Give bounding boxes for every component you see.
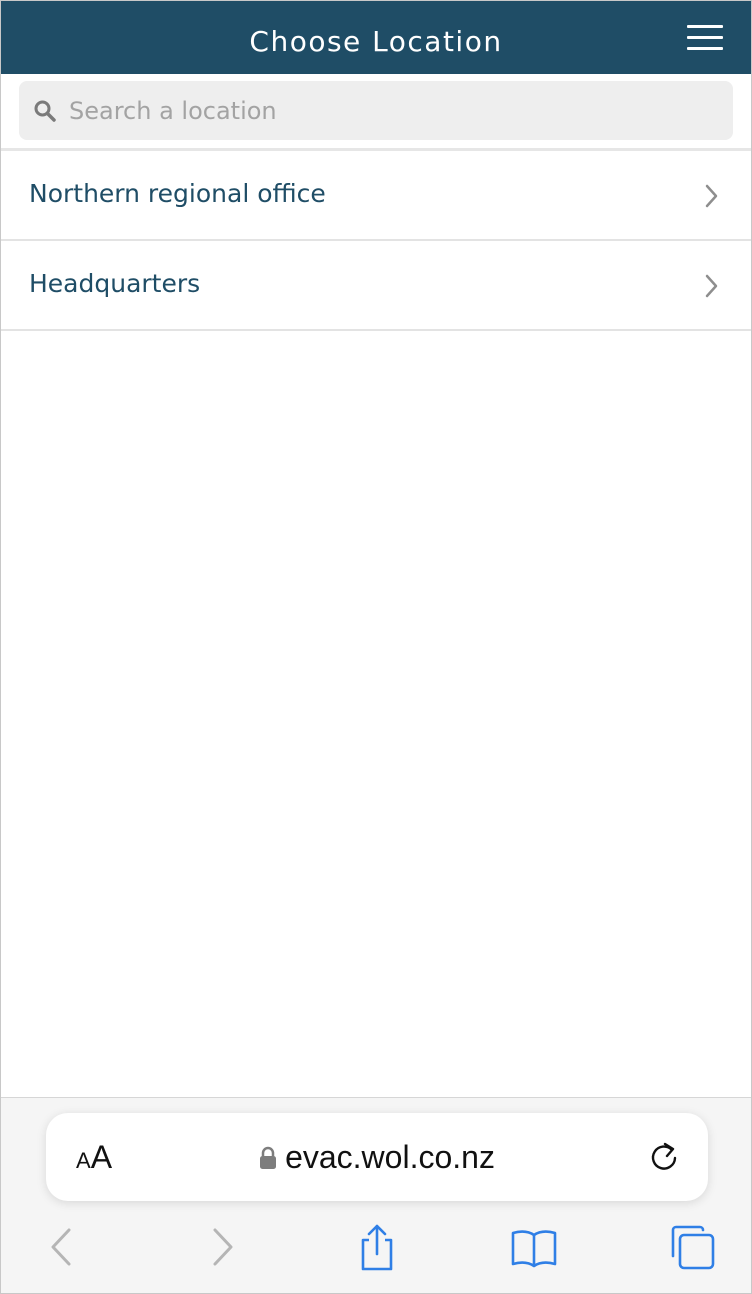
search-icon: [34, 100, 56, 122]
forward-icon[interactable]: [197, 1222, 247, 1272]
location-list: Northern regional office Headquarters: [1, 151, 751, 331]
list-item-northern-regional-office[interactable]: Northern regional office: [1, 151, 751, 241]
url-text: evac.wol.co.nz: [285, 1139, 495, 1175]
url-display[interactable]: evac.wol.co.nz: [46, 1139, 708, 1176]
reload-icon[interactable]: [646, 1139, 682, 1175]
chevron-right-icon: [705, 184, 718, 208]
browser-bottom-bar: AA evac.wol.co.nz: [1, 1097, 751, 1293]
share-icon[interactable]: [352, 1222, 402, 1272]
list-item-headquarters[interactable]: Headquarters: [1, 241, 751, 331]
search-input[interactable]: [69, 81, 719, 140]
list-item-label: Headquarters: [29, 269, 201, 298]
page-title: Choose Location: [249, 25, 503, 58]
app-frame: Choose Location Northern regional office…: [0, 0, 752, 1294]
tabs-icon[interactable]: [667, 1222, 717, 1272]
list-item-label: Northern regional office: [29, 179, 326, 208]
lock-icon: [260, 1146, 277, 1169]
search-area: [1, 74, 751, 151]
address-bar[interactable]: AA evac.wol.co.nz: [46, 1113, 708, 1201]
hamburger-menu-icon[interactable]: [687, 25, 723, 51]
search-box[interactable]: [19, 81, 733, 140]
header-bar: Choose Location: [1, 1, 751, 74]
bookmarks-icon[interactable]: [509, 1222, 559, 1272]
chevron-right-icon: [705, 274, 718, 298]
back-icon[interactable]: [37, 1222, 87, 1272]
